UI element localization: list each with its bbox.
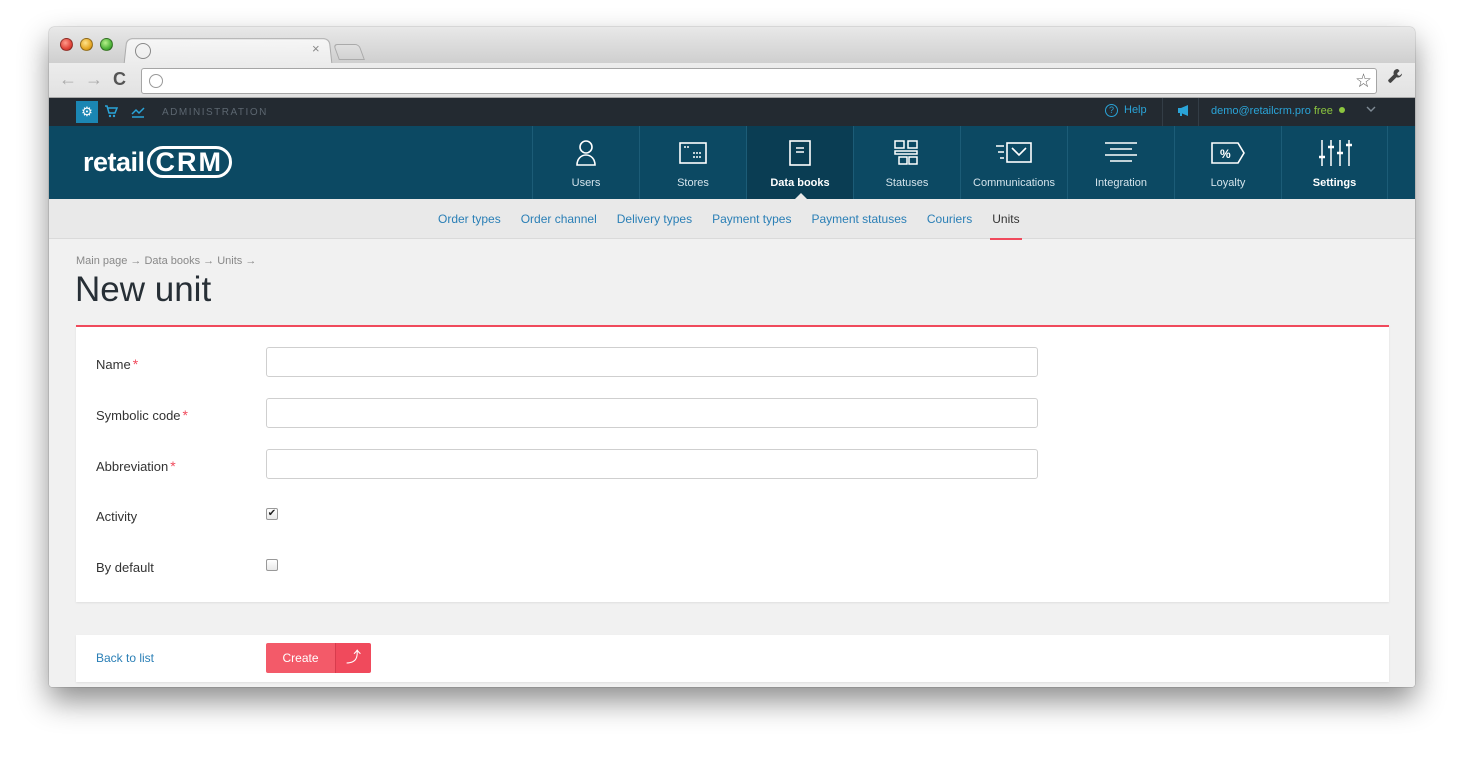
abbreviation-label: Abbreviation *: [96, 458, 176, 474]
nav-users[interactable]: Users: [532, 126, 639, 199]
user-email: demo@retailcrm.pro: [1211, 105, 1311, 117]
create-button[interactable]: Create: [266, 643, 335, 673]
unit-form: Name * Symbolic code * Abbreviation * Activ…: [76, 325, 1389, 602]
zoom-window-button[interactable]: [100, 38, 113, 51]
symbolic-code-label-text: Symbolic code: [96, 408, 181, 423]
abbreviation-field[interactable]: [266, 449, 1038, 479]
store-icon: [640, 139, 746, 167]
subnav-order-channel[interactable]: Order channel: [511, 199, 607, 239]
nav-label: Loyalty: [1210, 177, 1246, 189]
back-to-list-link[interactable]: Back to list: [96, 651, 154, 665]
nav-label: Integration: [1095, 177, 1147, 189]
forward-arrow-icon[interactable]: →: [85, 69, 103, 90]
form-actions: Back to list Create ⤴: [76, 635, 1389, 682]
reload-icon[interactable]: C: [113, 69, 126, 90]
chevron-down-icon[interactable]: [1366, 104, 1376, 116]
svg-text:%: %: [1220, 147, 1231, 161]
required-mark: *: [170, 458, 176, 474]
nav-label: Stores: [677, 177, 709, 189]
communications-icon: [961, 139, 1067, 167]
subnav-payment-statuses[interactable]: Payment statuses: [801, 199, 916, 239]
address-bar[interactable]: ☆: [141, 68, 1377, 94]
wrench-icon[interactable]: [1387, 68, 1403, 89]
tab-close-icon[interactable]: ×: [312, 41, 320, 56]
user-icon: [533, 139, 639, 167]
nav-label: Users: [571, 177, 601, 189]
top-admin-bar: ⚙ ADMINISTRATION ? Help demo@retailcrm.pr…: [49, 98, 1415, 126]
required-mark: *: [132, 356, 139, 372]
help-icon: ?: [1105, 104, 1118, 117]
create-and-return-button[interactable]: ⤴: [335, 643, 371, 673]
nav-statuses[interactable]: Statuses: [853, 126, 960, 199]
nav-label: Statuses: [885, 177, 929, 189]
page-title: New unit: [75, 270, 212, 309]
name-field[interactable]: [266, 347, 1038, 377]
required-mark: *: [182, 407, 188, 423]
integration-icon: [1068, 139, 1174, 167]
name-label-text: Name: [96, 357, 131, 372]
nav-loyalty[interactable]: % Loyalty: [1174, 126, 1281, 199]
statuses-icon: [854, 139, 960, 167]
symbolic-code-label: Symbolic code *: [96, 407, 188, 423]
plan-badge: free: [1313, 105, 1333, 117]
by-default-checkbox[interactable]: [266, 559, 278, 571]
logo-prefix: retail: [83, 147, 145, 177]
nav-label: Communications: [973, 177, 1055, 189]
bookmark-star-icon[interactable]: ☆: [1355, 70, 1372, 93]
megaphone-icon[interactable]: [1177, 104, 1192, 120]
settings-icon: [1282, 139, 1387, 167]
activity-checkbox[interactable]: ✔: [266, 508, 278, 520]
help-link[interactable]: ? Help: [1105, 104, 1147, 117]
subnav-couriers[interactable]: Couriers: [917, 199, 982, 239]
retailcrm-logo[interactable]: retail CRM: [83, 146, 233, 178]
gear-icon[interactable]: ⚙: [76, 101, 98, 123]
browser-titlebar: ×: [49, 27, 1415, 65]
browser-window: × ← → C ☆ ⚙ ADMINISTRATION ? Help demo@r…: [49, 27, 1415, 687]
subnav-units[interactable]: Units: [982, 199, 1029, 240]
nav-label: Data books: [770, 177, 830, 189]
nav-label: Settings: [1312, 177, 1357, 189]
nav-settings[interactable]: Settings: [1281, 126, 1388, 199]
create-button-group: Create ⤴: [266, 643, 371, 673]
main-nav: Users Stores Data books Statuses Communi…: [532, 126, 1388, 199]
symbolic-code-field[interactable]: [266, 398, 1038, 428]
back-arrow-icon[interactable]: ←: [59, 69, 77, 90]
book-icon: [747, 139, 853, 167]
browser-toolbar: ← → C ☆: [49, 63, 1415, 98]
minimize-window-button[interactable]: [80, 38, 93, 51]
subnav-payment-types[interactable]: Payment types: [702, 199, 801, 239]
nav-communications[interactable]: Communications: [960, 126, 1067, 199]
globe-icon: [135, 43, 151, 59]
administration-label: ADMINISTRATION: [162, 107, 268, 118]
name-label: Name *: [96, 356, 138, 372]
subnav: Order types Order channel Delivery types…: [49, 199, 1415, 240]
chart-icon[interactable]: [131, 104, 145, 121]
breadcrumb[interactable]: Main page → Data books → Units →: [76, 255, 256, 267]
close-window-button[interactable]: [60, 38, 73, 51]
by-default-label: By default: [96, 560, 154, 575]
new-tab-button[interactable]: [333, 44, 365, 60]
activity-label: Activity: [96, 509, 138, 524]
topbar-divider: [1198, 98, 1199, 126]
cart-icon[interactable]: [104, 104, 119, 121]
online-status-dot: [1338, 107, 1345, 113]
subnav-order-types[interactable]: Order types: [428, 199, 511, 239]
topbar-divider: [1162, 98, 1163, 126]
browser-tab[interactable]: [123, 38, 333, 65]
nav-data-books[interactable]: Data books: [746, 126, 853, 199]
nav-integration[interactable]: Integration: [1067, 126, 1174, 199]
main-header: retail CRM Users Stores Data books Statu…: [49, 126, 1415, 199]
logo-suffix: CRM: [146, 146, 233, 178]
nav-stores[interactable]: Stores: [639, 126, 746, 199]
globe-icon: [149, 74, 163, 88]
user-menu[interactable]: demo@retailcrm.pro free: [1211, 105, 1353, 117]
abbreviation-label-text: Abbreviation: [96, 459, 169, 474]
subnav-delivery-types[interactable]: Delivery types: [607, 199, 702, 239]
checkmark-icon: ✔: [267, 508, 277, 519]
help-label: Help: [1124, 104, 1147, 116]
loyalty-icon: %: [1175, 139, 1281, 167]
app-content: ⚙ ADMINISTRATION ? Help demo@retailcrm.pr…: [49, 98, 1415, 687]
